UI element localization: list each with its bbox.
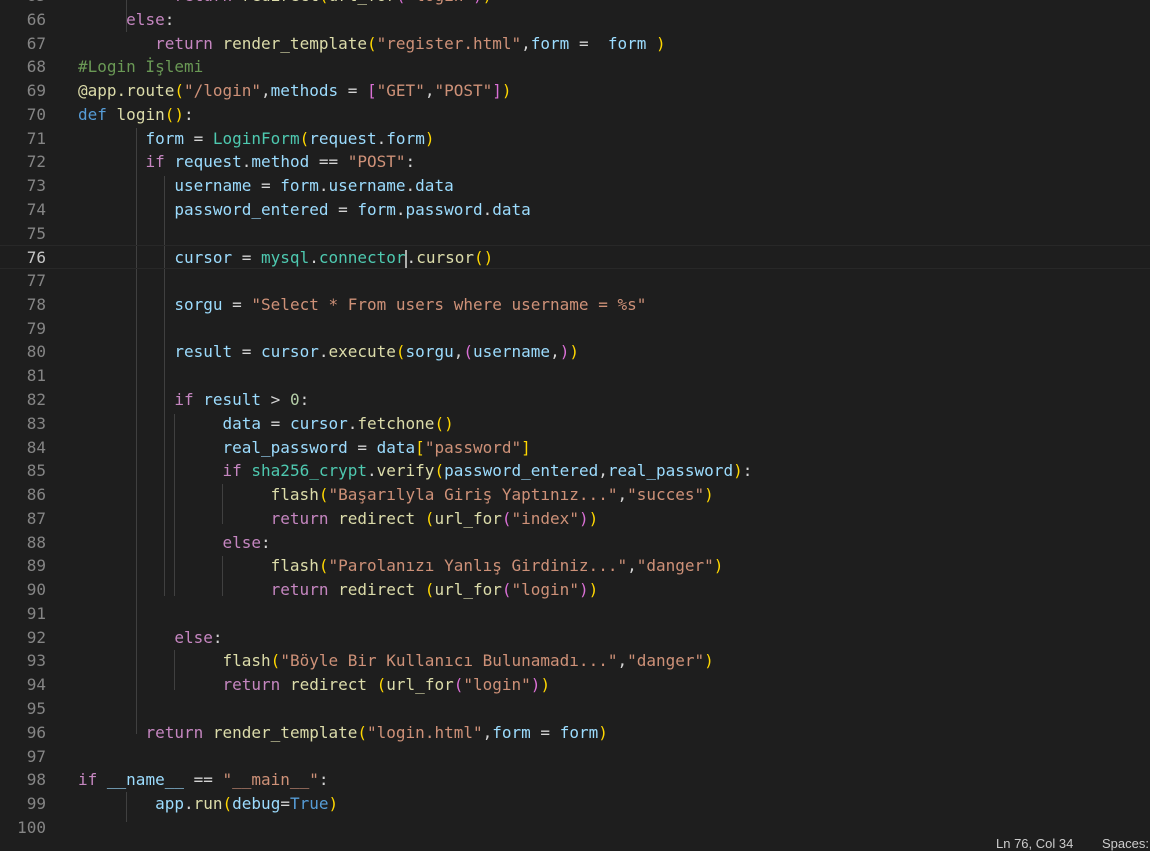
code-line: 92 else: xyxy=(0,626,1150,650)
code-line: 91 xyxy=(0,602,1150,626)
line-number: 75 xyxy=(26,223,46,243)
code-line: 85 if sha256_crypt.verify(password_enter… xyxy=(0,459,1150,483)
line-number: 66 xyxy=(26,9,46,29)
line-number: 93 xyxy=(26,651,46,671)
code-line: 77 xyxy=(0,269,1150,293)
line-number: 65 xyxy=(0,0,46,8)
current-line: 76 cursor = mysql.connector.cursor() xyxy=(0,245,1150,270)
code-line: 80 result = cursor.execute(sorgu,(userna… xyxy=(0,340,1150,364)
line-number: 82 xyxy=(26,390,46,410)
string-literal: "Böyle Bir Kullanıcı Bulunamadı..." xyxy=(280,651,618,671)
line-number: 95 xyxy=(26,698,46,718)
status-bar: Ln 76, Col 34 Spaces: xyxy=(0,833,1150,851)
code-line: 74 password_entered = form.password.data xyxy=(0,198,1150,222)
code-line: 81 xyxy=(0,364,1150,388)
line-number: 87 xyxy=(26,508,46,528)
text-cursor xyxy=(404,249,407,268)
line-number: 91 xyxy=(26,603,46,623)
string-literal: "GET" xyxy=(376,81,425,101)
code-line: 68 #Login İşlemi xyxy=(0,55,1150,79)
line-number: 73 xyxy=(26,176,46,196)
code-line: 65 return redirect(url_for("login")) xyxy=(0,0,1150,8)
string-literal: "danger" xyxy=(636,556,714,576)
code-line: 83 data = cursor.fetchone() xyxy=(0,412,1150,436)
string-literal: "POST" xyxy=(347,152,406,172)
line-number: 84 xyxy=(26,437,46,457)
string-literal: "__main__" xyxy=(222,770,319,790)
line-number: 97 xyxy=(26,746,46,766)
code-line: 89 flash("Parolanızı Yanlış Girdiniz..."… xyxy=(0,554,1150,578)
code-line: 94 return redirect (url_for("login")) xyxy=(0,673,1150,697)
code-line: 78 sorgu = "Select * From users where us… xyxy=(0,293,1150,317)
line-number: 86 xyxy=(26,485,46,505)
line-number: 88 xyxy=(26,532,46,552)
code-line: 95 xyxy=(0,697,1150,721)
code-line: 75 xyxy=(0,222,1150,246)
line-number: 68 xyxy=(26,57,46,77)
string-literal: "/login" xyxy=(183,81,262,101)
line-number: 80 xyxy=(26,342,46,362)
code-line: 71 form = LoginForm(request.form) xyxy=(0,127,1150,151)
code-line: 82 if result > 0: xyxy=(0,388,1150,412)
string-literal: "register.html" xyxy=(376,33,522,53)
line-number: 70 xyxy=(26,104,46,124)
line-number: 79 xyxy=(26,318,46,338)
line-number: 81 xyxy=(26,366,46,386)
code-line: 84 real_password = data["password"] xyxy=(0,436,1150,460)
line-number: 98 xyxy=(26,770,46,790)
string-literal: "Parolanızı Yanlış Girdiniz..." xyxy=(328,556,628,576)
line-number: 83 xyxy=(26,413,46,433)
line-number: 89 xyxy=(26,556,46,576)
string-literal: "danger" xyxy=(627,651,705,671)
code-line: 69 @app.route("/login",methods = ["GET","… xyxy=(0,79,1150,103)
string-literal: "login" xyxy=(463,675,531,695)
line-number: 78 xyxy=(26,294,46,314)
line-number: 72 xyxy=(26,152,46,172)
string-literal: "login" xyxy=(511,580,579,600)
line-number: 77 xyxy=(26,271,46,291)
code-line: 98 if __name__ == "__main__": xyxy=(0,768,1150,792)
code-line: 99 app.run(debug=True) xyxy=(0,792,1150,816)
line-number: 85 xyxy=(26,461,46,481)
code-line: 86 flash("Başarılyla Giriş Yaptınız...",… xyxy=(0,483,1150,507)
code-line: 87 return redirect (url_for("index")) xyxy=(0,507,1150,531)
line-number: 74 xyxy=(26,199,46,219)
string-literal: "password" xyxy=(424,437,522,457)
line-number: 99 xyxy=(26,794,46,814)
code-line: 97 xyxy=(0,745,1150,769)
line-number: 76 xyxy=(26,248,46,268)
line-number: 92 xyxy=(26,627,46,647)
line-number: 94 xyxy=(26,675,46,695)
code-line: 90 return redirect (url_for("login")) xyxy=(0,578,1150,602)
string-literal: "POST" xyxy=(434,81,493,101)
string-literal: "succes" xyxy=(627,485,705,505)
code-line: 79 xyxy=(0,317,1150,341)
line-number: 71 xyxy=(26,128,46,148)
line-number: 96 xyxy=(26,722,46,742)
comment: #Login İşlemi xyxy=(78,57,204,77)
line-number: 90 xyxy=(26,580,46,600)
cursor-position-indicator[interactable]: Ln 76, Col 34 xyxy=(996,836,1073,851)
string-literal: "Select * From users where username = %s… xyxy=(251,294,647,314)
string-literal: "Başarılyla Giriş Yaptınız..." xyxy=(328,485,618,505)
code-line: 73 username = form.username.data xyxy=(0,174,1150,198)
code-line: 96 return render_template("login.html",f… xyxy=(0,721,1150,745)
line-number: 67 xyxy=(26,33,46,53)
code-line: 88 else: xyxy=(0,531,1150,555)
code-line: 67 return render_template("register.html… xyxy=(0,32,1150,56)
string-literal: "index" xyxy=(511,508,579,528)
code-editor[interactable]: 65 return redirect(url_for("login")) 66 … xyxy=(0,0,1150,840)
line-number: 69 xyxy=(26,81,46,101)
code-line: 72 if request.method == "POST": xyxy=(0,150,1150,174)
code-line: 70 def login(): xyxy=(0,103,1150,127)
code-line: 93 flash("Böyle Bir Kullanıcı Bulunamadı… xyxy=(0,649,1150,673)
indentation-indicator[interactable]: Spaces: xyxy=(1102,836,1149,851)
string-literal: "login.html" xyxy=(367,722,483,742)
code-line: 66 else: xyxy=(0,8,1150,32)
